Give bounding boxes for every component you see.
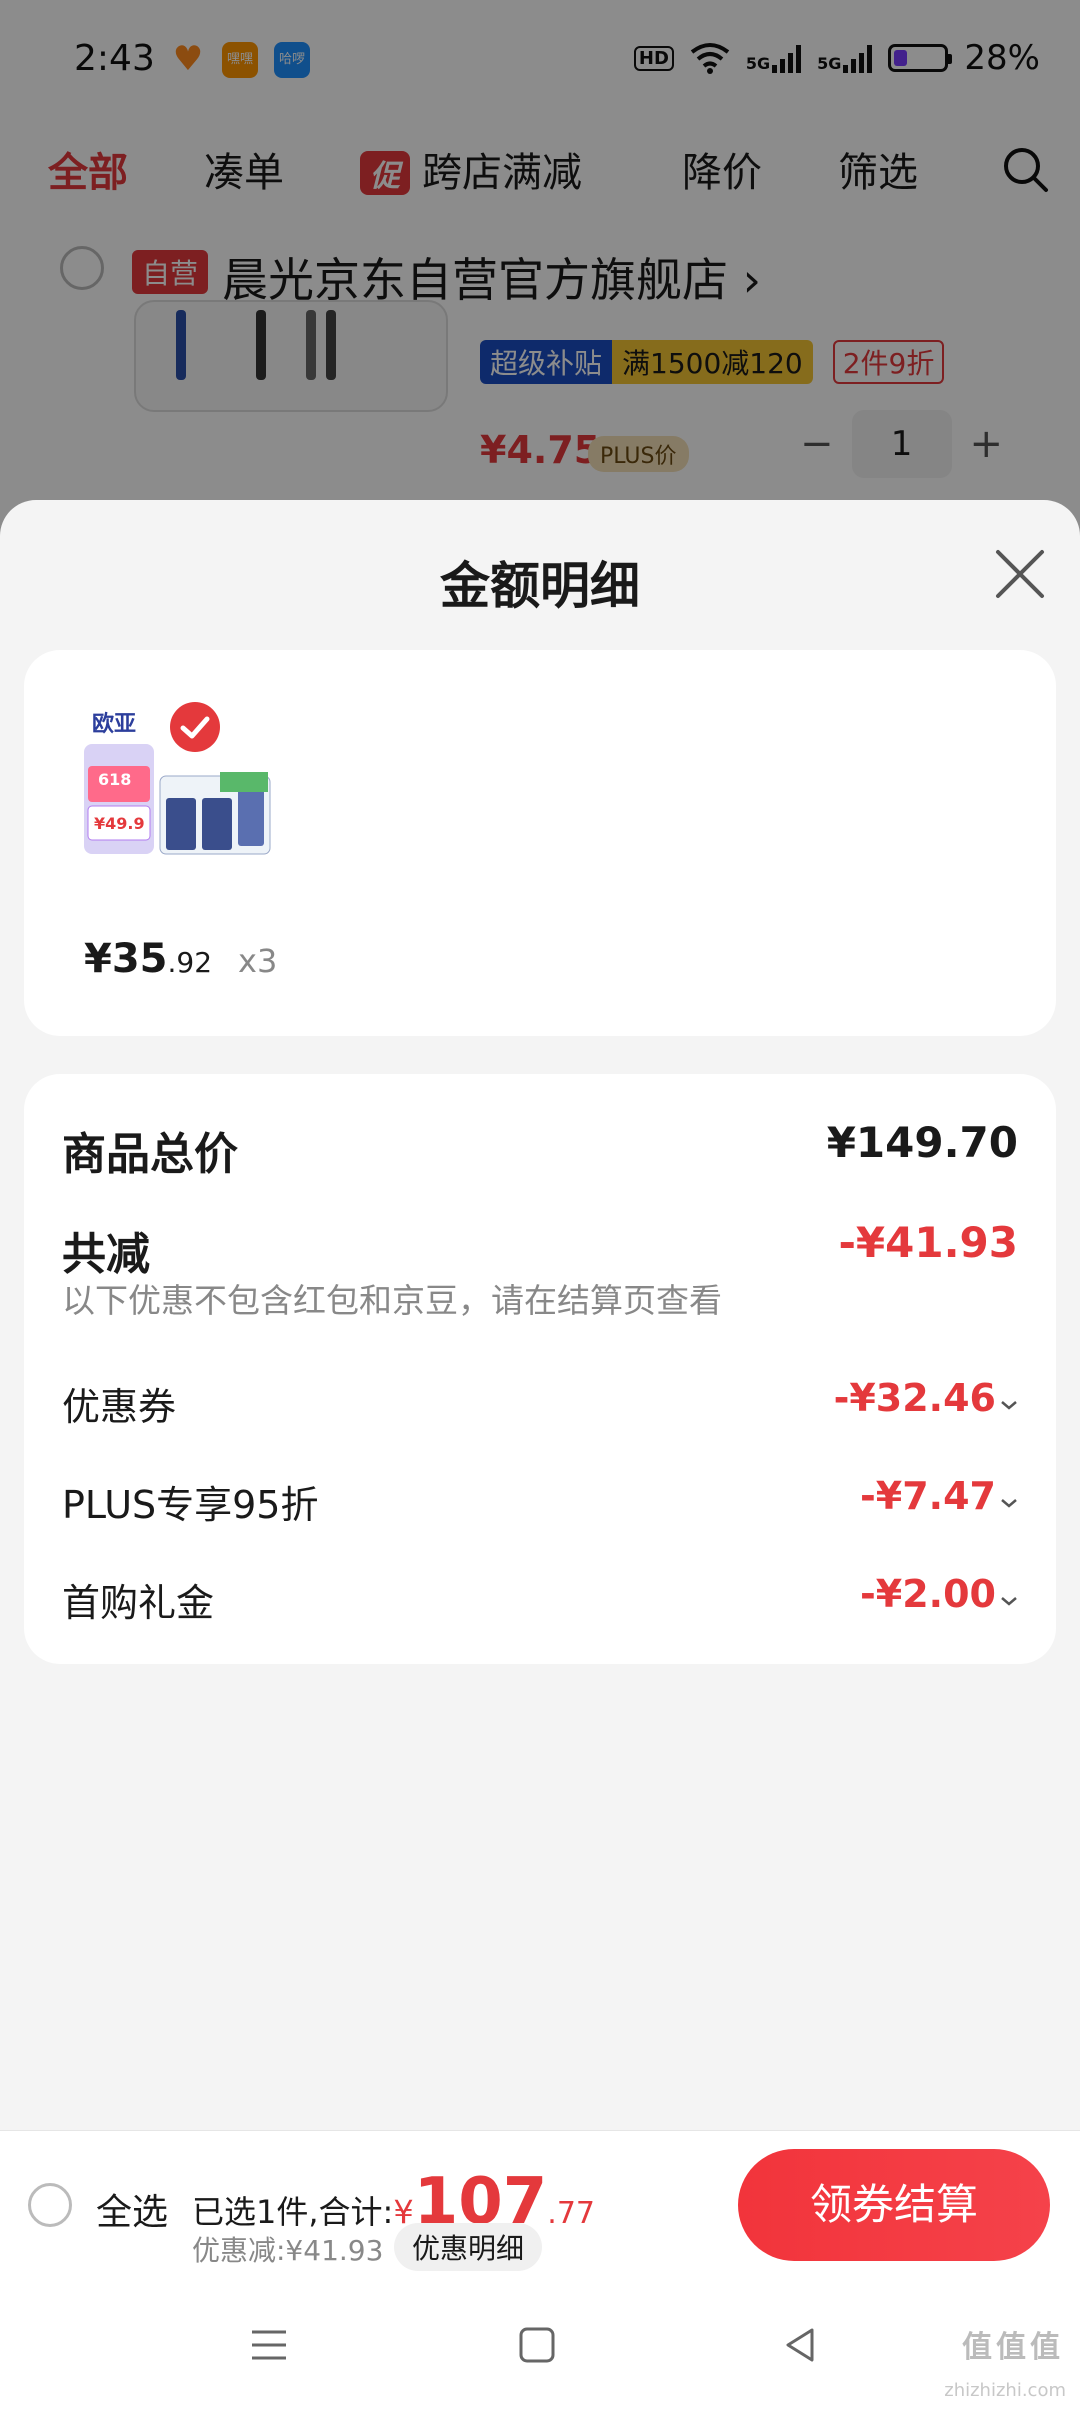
reduce-label: 共减 (62, 1229, 150, 1280)
plus-discount-label: PLUS专享95折 (62, 1483, 319, 1527)
checkout-button[interactable]: 领券结算 (738, 2149, 1050, 2261)
total-value: ¥149.70 (826, 1118, 1018, 1167)
first-purchase-value[interactable]: -¥2.00 (860, 1572, 996, 1616)
thumb-price: ¥49.9 (94, 814, 145, 833)
selected-items-card: 欧亚 618 ¥49.9 ¥35.92 x3 (24, 650, 1056, 1036)
close-icon[interactable] (990, 544, 1050, 604)
total-label: 商品总价 (62, 1129, 238, 1180)
home-icon[interactable] (512, 2320, 562, 2370)
back-icon[interactable] (776, 2320, 826, 2370)
selected-total-line: 已选1件,合计:¥107.77 (192, 2165, 595, 2239)
reduce-value: -¥41.93 (838, 1218, 1018, 1267)
selected-count-text: 已选1件,合计: (192, 2193, 394, 2231)
thumb-brand: 欧亚 (88, 706, 141, 738)
chevron-down-icon[interactable] (998, 1394, 1020, 1416)
discount-note: 以下优惠不包含红包和京豆，请在结算页查看 (62, 1281, 722, 1320)
discount-total-text: 优惠减:¥41.93 (192, 2234, 384, 2267)
first-purchase-label: 首购礼金 (62, 1581, 215, 1625)
checkout-bar: 全选 已选1件,合计:¥107.77 优惠减:¥41.93 优惠明细 领券结算 (0, 2130, 1080, 2281)
price-summary-card: 商品总价 ¥149.70 共减 -¥41.93 以下优惠不包含红包和京豆，请在结… (24, 1074, 1056, 1664)
watermark-url: zhizhizhi.com (944, 2380, 1066, 2401)
total-decimal: .77 (547, 2196, 595, 2231)
coupon-label: 优惠券 (62, 1385, 177, 1429)
sheet-title: 金额明细 (440, 557, 640, 615)
select-all-label[interactable]: 全选 (96, 2183, 168, 2235)
amount-detail-sheet: 金额明细 欧亚 618 ¥49.9 ¥35.92 x3 商品总价 ¥149.70… (0, 500, 1080, 2132)
item-price: ¥35.92 (84, 936, 213, 982)
watermark-text: 值值值 (962, 2330, 1064, 2365)
menu-icon[interactable] (244, 2320, 294, 2370)
chevron-down-icon[interactable] (998, 1590, 1020, 1612)
dim-overlay[interactable] (0, 0, 1080, 560)
coupon-value[interactable]: -¥32.46 (834, 1376, 996, 1420)
thumb-618: 618 (98, 770, 132, 789)
chevron-down-icon[interactable] (998, 1492, 1020, 1514)
select-all-radio[interactable] (28, 2183, 72, 2227)
item-quantity: x3 (238, 942, 278, 980)
discount-detail-button[interactable]: 优惠明细 (394, 2223, 543, 2271)
system-nav-bar (0, 2280, 1080, 2412)
plus-discount-value[interactable]: -¥7.47 (860, 1474, 996, 1518)
selected-check-icon (170, 702, 220, 752)
